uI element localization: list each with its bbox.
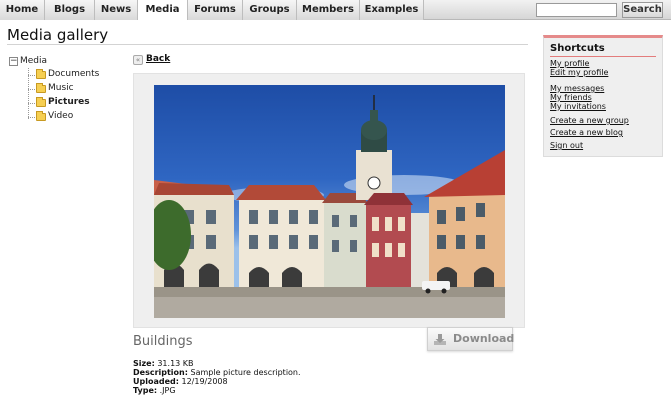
shortcut-my-messages[interactable]: My messages — [550, 84, 604, 93]
photo-image[interactable] — [154, 85, 505, 318]
tree-item-label: Video — [48, 111, 74, 121]
search-button[interactable]: Search — [622, 2, 663, 18]
tab-forums[interactable]: Forums — [188, 0, 243, 20]
shortcut-create-group[interactable]: Create a new group — [550, 116, 629, 125]
shortcuts-divider — [550, 56, 656, 57]
tree-item-label: Pictures — [48, 97, 90, 107]
page-title: Media gallery — [7, 26, 109, 44]
shortcut-sign-out[interactable]: Sign out — [550, 141, 583, 150]
shortcut-edit-profile[interactable]: Edit my profile — [550, 68, 608, 77]
shortcuts-panel: Shortcuts My profile Edit my profile My … — [543, 35, 663, 157]
back-arrow-icon[interactable]: « — [133, 55, 143, 65]
search-input[interactable] — [536, 3, 617, 17]
tab-examples[interactable]: Examples — [360, 0, 424, 20]
shortcut-my-friends[interactable]: My friends — [550, 93, 592, 102]
top-nav-bar: Home Blogs News Media Forums Groups Memb… — [0, 0, 671, 20]
shortcuts-title: Shortcuts — [550, 43, 605, 54]
info-description: Description: Sample picture description. — [133, 368, 301, 377]
shortcut-create-blog[interactable]: Create a new blog — [550, 128, 623, 137]
info-size: Size: 31.13 KB — [133, 359, 194, 368]
back-link[interactable]: Back — [146, 54, 170, 64]
tab-members[interactable]: Members — [297, 0, 360, 20]
folder-icon — [36, 69, 46, 79]
title-divider — [7, 44, 528, 45]
folder-icon — [36, 83, 46, 93]
info-uploaded: Uploaded: 12/19/2008 — [133, 377, 228, 386]
tab-home[interactable]: Home — [0, 0, 45, 20]
shortcut-my-invitations[interactable]: My invitations — [550, 102, 606, 111]
tree-collapse-icon[interactable]: − — [9, 57, 18, 66]
tree-item-label: Music — [48, 83, 74, 93]
tree-item-label: Documents — [48, 69, 100, 79]
folder-icon — [36, 111, 46, 121]
tab-news[interactable]: News — [95, 0, 138, 20]
tree-root-media[interactable]: Media — [20, 56, 47, 66]
info-type: Type: .JPG — [133, 386, 176, 395]
download-icon — [434, 334, 446, 345]
tab-groups[interactable]: Groups — [243, 0, 297, 20]
folder-icon — [36, 97, 46, 107]
download-label: Download — [453, 332, 515, 345]
photo-title: Buildings — [133, 334, 193, 349]
photo-frame — [133, 73, 525, 328]
photo-illustration — [154, 95, 505, 318]
download-button[interactable]: Download — [427, 327, 515, 351]
tab-media[interactable]: Media — [138, 0, 188, 20]
shortcut-my-profile[interactable]: My profile — [550, 59, 589, 68]
tab-blogs[interactable]: Blogs — [45, 0, 95, 20]
